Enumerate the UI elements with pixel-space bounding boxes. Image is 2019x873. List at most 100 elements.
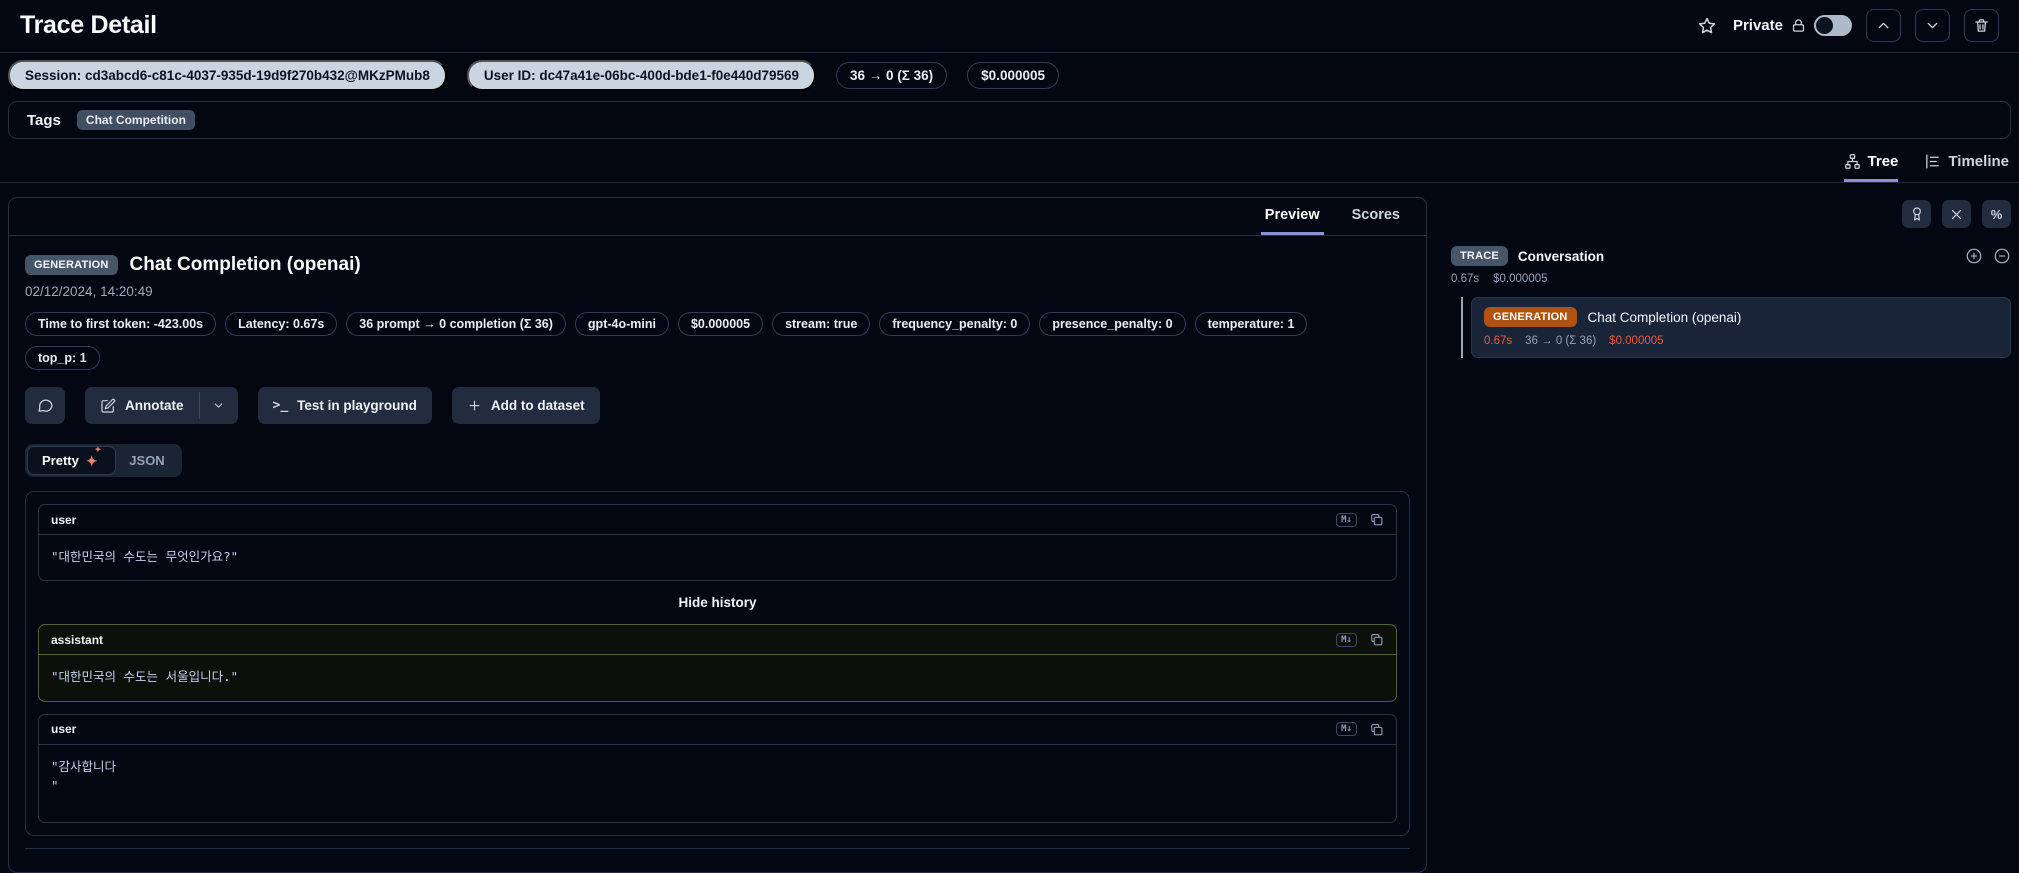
privacy-control: Private bbox=[1733, 15, 1852, 36]
scores-toggle-button[interactable] bbox=[1902, 200, 1931, 228]
badge-token-usage: 36 prompt → 0 completion (Σ 36) bbox=[346, 312, 566, 336]
generation-type-badge: GENERATION bbox=[25, 255, 118, 275]
badge-temperature: temperature: 1 bbox=[1194, 312, 1308, 336]
badge-model[interactable]: gpt-4o-mini bbox=[574, 312, 669, 336]
test-in-playground-button[interactable]: >_ Test in playground bbox=[257, 387, 432, 424]
tab-tree[interactable]: Tree bbox=[1843, 153, 1899, 182]
message-tools: M↓ bbox=[1336, 632, 1384, 647]
view-tabs: Tree Timeline bbox=[0, 143, 2019, 183]
generation-node-card[interactable]: GENERATION Chat Completion (openai) 0.67… bbox=[1471, 297, 2011, 358]
badge-time-to-first-token: Time to first token: -423.00s bbox=[25, 312, 217, 336]
messages-container: user M↓ "대한민국의 수도는 무엇인가요?" Hide history … bbox=[25, 491, 1410, 836]
copy-icon bbox=[1369, 512, 1384, 527]
circle-plus-icon bbox=[1965, 247, 1983, 265]
markdown-toggle-icon[interactable]: M↓ bbox=[1336, 632, 1357, 647]
trace-root-label: TRACE Conversation bbox=[1451, 246, 1604, 266]
next-trace-button[interactable] bbox=[1915, 9, 1950, 42]
pen-square-icon bbox=[100, 398, 116, 414]
session-pill[interactable]: Session: cd3abcd6-c81c-4037-935d-19d9f27… bbox=[8, 60, 447, 91]
add-to-dataset-button[interactable]: Add to dataset bbox=[451, 387, 600, 424]
tag-chat-competition[interactable]: Chat Competition bbox=[76, 110, 195, 130]
expand-all-button[interactable] bbox=[1965, 247, 1983, 265]
message-card-assistant: assistant M↓ "대한민국의 수도는 서울입니다." bbox=[38, 624, 1397, 702]
observation-header: GENERATION Chat Completion (openai) bbox=[25, 254, 1410, 276]
badge-frequency-penalty: frequency_penalty: 0 bbox=[879, 312, 1031, 336]
message-content: "대한민국의 수도는 서울입니다." bbox=[51, 669, 239, 685]
copy-icon bbox=[1369, 632, 1384, 647]
generation-node-header: GENERATION Chat Completion (openai) bbox=[1484, 307, 1998, 327]
observation-body: GENERATION Chat Completion (openai) 02/1… bbox=[9, 236, 1426, 872]
tab-preview[interactable]: Preview bbox=[1260, 207, 1324, 235]
trace-root-title: Conversation bbox=[1517, 248, 1605, 264]
markdown-toggle-icon[interactable]: M↓ bbox=[1336, 512, 1357, 527]
privacy-label: Private bbox=[1732, 17, 1783, 34]
observation-actions: Annotate >_ Test in playground Add to da… bbox=[25, 387, 1410, 424]
message-role: assistant bbox=[51, 632, 104, 647]
copy-button[interactable] bbox=[1369, 632, 1384, 647]
topbar: Trace Detail Private bbox=[0, 0, 2019, 53]
trace-latency: 0.67s bbox=[1451, 273, 1480, 285]
tab-json[interactable]: JSON bbox=[115, 447, 178, 474]
message-content: "감사합니다 " bbox=[51, 758, 117, 794]
hide-history-button[interactable]: Hide history bbox=[678, 595, 756, 610]
message-role: user bbox=[51, 512, 77, 527]
annotate-split-button: Annotate bbox=[85, 387, 238, 424]
badge-latency: Latency: 0.67s bbox=[225, 312, 338, 336]
bookmark-star-button[interactable] bbox=[1695, 16, 1719, 36]
panel-tabs: Preview Scores bbox=[9, 198, 1426, 236]
delete-trace-button[interactable] bbox=[1964, 9, 1999, 42]
tree-indent-guide: GENERATION Chat Completion (openai) 0.67… bbox=[1461, 297, 2011, 358]
message-header: assistant M↓ bbox=[39, 625, 1396, 656]
observation-title: Chat Completion (openai) bbox=[129, 254, 361, 275]
generation-node-title: Chat Completion (openai) bbox=[1587, 309, 1742, 325]
badge-stream: stream: true bbox=[772, 312, 871, 336]
copy-button[interactable] bbox=[1369, 722, 1384, 737]
message-tools: M↓ bbox=[1336, 722, 1384, 737]
tree-icon bbox=[1844, 153, 1861, 170]
generation-node-badge: GENERATION bbox=[1484, 307, 1577, 327]
message-tools: M↓ bbox=[1336, 512, 1384, 527]
tree-expand-controls bbox=[1965, 247, 2011, 265]
metrics-toggle-button[interactable]: % bbox=[1982, 200, 2011, 228]
public-toggle[interactable] bbox=[1814, 15, 1852, 36]
percent-icon: % bbox=[1990, 206, 2003, 222]
user-id-pill[interactable]: User ID: dc47a41e-06bc-400d-bde1-f0e440d… bbox=[466, 60, 817, 91]
annotate-label: Annotate bbox=[125, 398, 184, 413]
message-card-user-2: user M↓ "감사합니다 " bbox=[38, 713, 1397, 823]
timeline-icon bbox=[1924, 153, 1941, 170]
copy-icon bbox=[1369, 722, 1384, 737]
x-icon bbox=[1949, 207, 1964, 222]
annotate-button[interactable]: Annotate bbox=[85, 387, 199, 424]
message-header: user M↓ bbox=[39, 505, 1396, 535]
markdown-toggle-icon[interactable]: M↓ bbox=[1336, 722, 1357, 737]
badge-presence-penalty: presence_penalty: 0 bbox=[1039, 312, 1186, 336]
topbar-actions: Private bbox=[1695, 9, 1999, 42]
message-header: user M↓ bbox=[39, 715, 1396, 745]
collapse-tree-button[interactable] bbox=[1993, 247, 2011, 265]
tab-pretty-label: Pretty bbox=[42, 453, 79, 468]
tab-scores[interactable]: Scores bbox=[1348, 207, 1404, 235]
observation-timestamp: 02/12/2024, 14:20:49 bbox=[25, 284, 153, 299]
comments-button[interactable] bbox=[25, 387, 65, 424]
circle-minus-icon bbox=[1993, 247, 2011, 265]
tags-box: Tags Chat Competition bbox=[8, 101, 2011, 139]
message-card-user-1: user M↓ "대한민국의 수도는 무엇인가요?" bbox=[38, 504, 1397, 582]
chevron-down-icon bbox=[212, 399, 225, 412]
comment-bubble-icon bbox=[37, 397, 54, 414]
copy-button[interactable] bbox=[1369, 512, 1384, 527]
trace-root-row[interactable]: TRACE Conversation bbox=[1451, 246, 2011, 266]
tab-pretty[interactable]: Pretty ✦ ✦ bbox=[28, 445, 116, 474]
trace-type-badge: TRACE bbox=[1451, 246, 1508, 266]
node-token-usage: 36 → 0 (Σ 36) bbox=[1525, 335, 1597, 347]
previous-trace-button[interactable] bbox=[1866, 9, 1901, 42]
annotate-dropdown-button[interactable] bbox=[200, 387, 238, 424]
tab-timeline[interactable]: Timeline bbox=[1924, 153, 2009, 182]
observation-card: Preview Scores GENERATION Chat Completio… bbox=[8, 197, 1427, 873]
content-area: Preview Scores GENERATION Chat Completio… bbox=[0, 183, 2019, 873]
observation-badges-row-1: Time to first token: -423.00s Latency: 0… bbox=[25, 312, 1410, 336]
trace-tree-panel: % TRACE Conversation 0.67s $0.000005 GEN… bbox=[1451, 197, 2011, 358]
observation-badges-row-2: top_p: 1 bbox=[25, 346, 1410, 370]
playground-label: Test in playground bbox=[297, 398, 417, 413]
award-icon bbox=[1909, 206, 1925, 222]
collapse-all-button[interactable] bbox=[1942, 200, 1971, 228]
